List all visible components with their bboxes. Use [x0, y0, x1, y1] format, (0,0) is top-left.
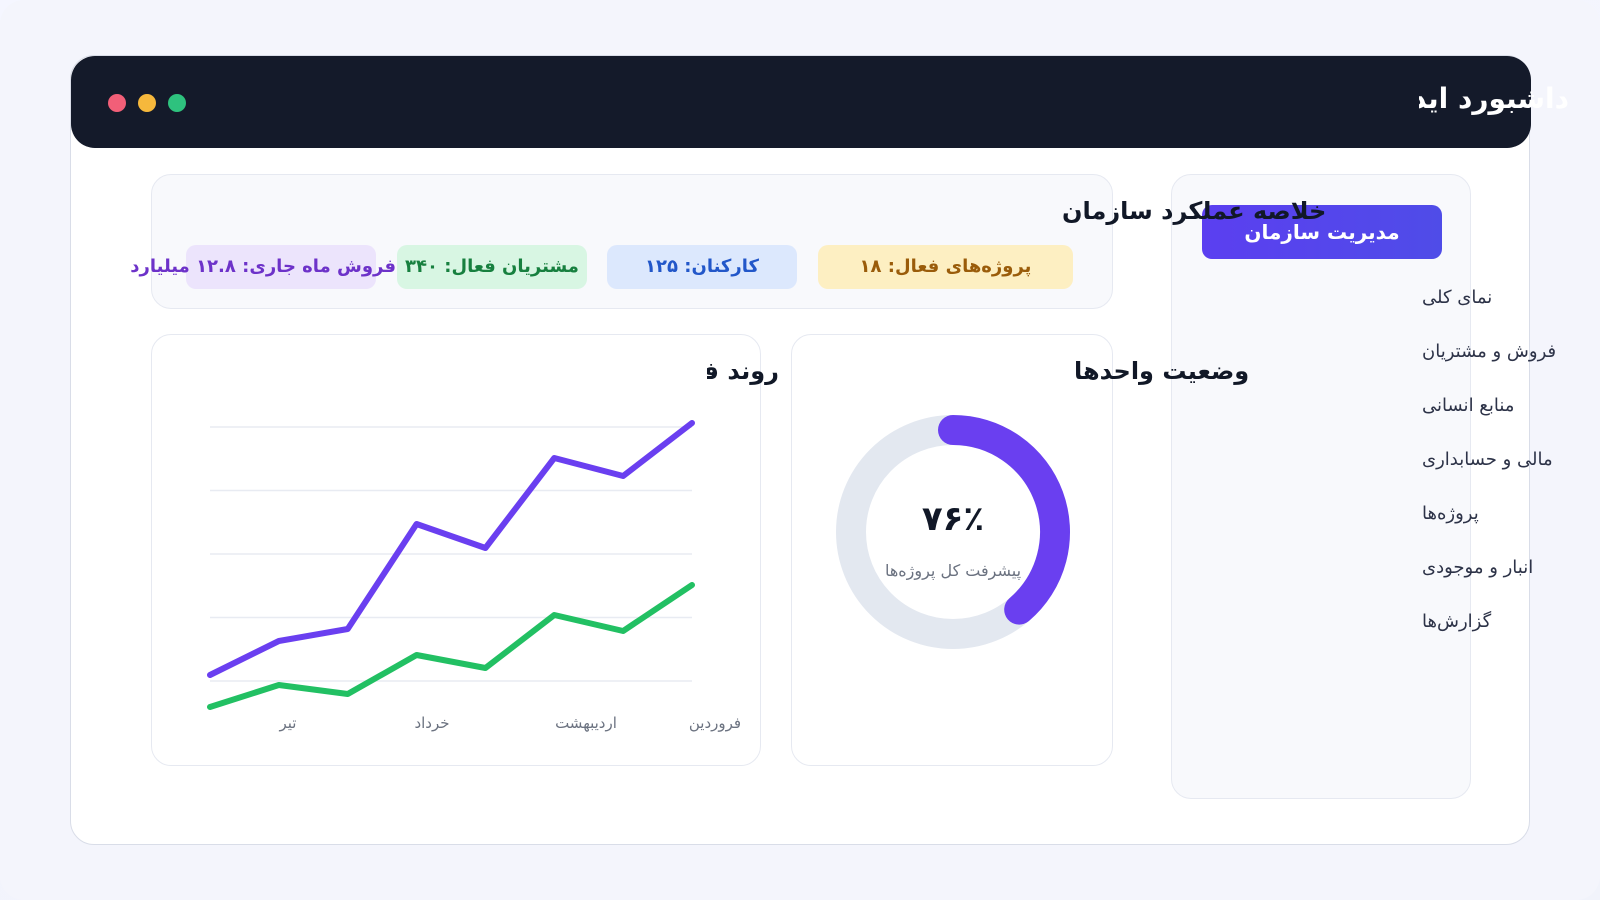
stat-monthly-sales-label: فروش ماه جاری: ۱۲.۸ میلیارد: [130, 256, 396, 277]
title-bar: داشبورد ایده‌آل: [71, 56, 1569, 148]
progress-caption: پیشرفت کل پروژه‌ها: [884, 561, 1022, 580]
sidebar-item-reports[interactable]: گزارش‌ها: [1422, 611, 1491, 632]
stat-monthly-sales: فروش ماه جاری: ۱۲.۸ میلیارد: [130, 245, 396, 289]
app-window: داشبورد ایده‌آل مدیریت سازمان نمای کلی ف…: [70, 55, 1569, 845]
progress-value: ۷۶٪: [921, 499, 985, 539]
app-title: داشبورد ایده‌آل: [1419, 82, 1569, 115]
summary-card: خلاصه عملکرد سازمان پروژه‌های فعال: ۱۸ ک…: [130, 174, 1326, 309]
sidebar-item-hr[interactable]: منابع انسانی: [1422, 395, 1514, 416]
sidebar: مدیریت سازمان نمای کلی فروش و مشتریان من…: [1171, 174, 1556, 799]
series-line-1: [207, 420, 695, 678]
sales-trend-chart: فروردین اردیبهشت خرداد تیر: [207, 420, 741, 732]
stat-staff: کارکنان: ۱۲۵: [607, 245, 797, 289]
minimize-window-button[interactable]: [138, 94, 156, 112]
x-tick-label: خرداد: [414, 714, 449, 732]
x-tick-label: فروردین: [689, 714, 741, 732]
maximize-window-button[interactable]: [168, 94, 186, 112]
stat-active-customers: مشتریان فعال: ۳۴۰: [397, 245, 587, 289]
close-window-button[interactable]: [108, 94, 126, 112]
sidebar-item-projects[interactable]: پروژه‌ها: [1422, 503, 1479, 524]
sales-trend-card: روند فروش و وصول فروردیناردیبهشتخردادتیر: [151, 334, 779, 766]
x-tick-label: تیر: [279, 714, 297, 732]
units-status-title: وضعیت واحدها: [1074, 357, 1250, 385]
units-status-card: وضعیت واحدها ۷۶٪ پیشرفت کل پروژه‌ها: [791, 334, 1249, 766]
sidebar-item-inventory[interactable]: انبار و موجودی: [1422, 557, 1533, 578]
stat-active-projects: پروژه‌های فعال: ۱۸: [818, 245, 1073, 289]
x-tick-label: اردیبهشت: [555, 714, 617, 732]
sidebar-item-finance[interactable]: مالی و حسابداری: [1422, 449, 1553, 470]
series-line-2: [207, 582, 695, 710]
sidebar-item-overview[interactable]: نمای کلی: [1422, 287, 1492, 308]
summary-title: خلاصه عملکرد سازمان: [1062, 197, 1327, 225]
sidebar-item-sales[interactable]: فروش و مشتریان: [1422, 341, 1556, 362]
